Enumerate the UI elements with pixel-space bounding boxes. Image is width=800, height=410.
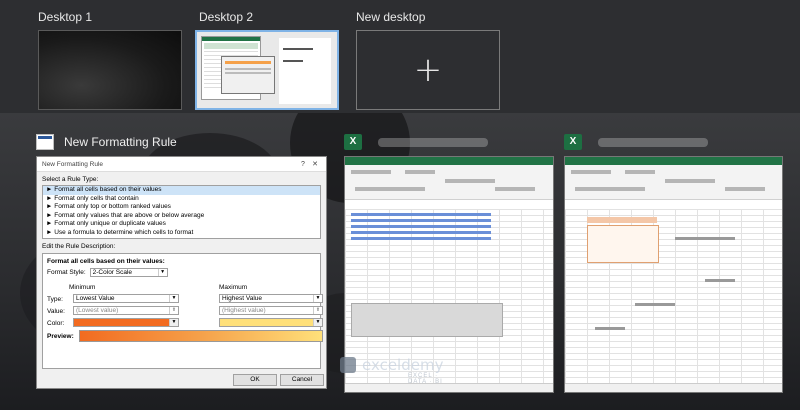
window-card-excel-2-title[interactable]: X [564,134,708,150]
rule-type-item[interactable]: ► Format only values that are above or b… [43,212,320,221]
new-desktop-label: New desktop [356,10,426,24]
type-label: Type: [47,295,63,303]
max-type-value: Highest Value [222,294,262,302]
format-style-select[interactable]: 2-Color Scale ▼ [89,267,168,277]
chevron-down-icon: ▼ [313,318,322,326]
exceldemy-logo-icon [340,357,356,373]
help-icon[interactable]: ? [297,161,309,168]
excel-ribbon [345,165,553,200]
chevron-down-icon: ▼ [169,294,178,302]
merged-cells-block [351,303,503,337]
exceldemy-watermark: exceldemy EXCEL · DATA · BI [340,356,444,385]
select-rule-type-label: Select a Rule Type: [42,176,99,183]
window-card-dialog-title[interactable]: New Formatting Rule [36,134,177,150]
chevron-down-icon: ▼ [169,318,178,326]
dialog-window-icon [36,134,54,150]
desktop-1-label: Desktop 1 [38,10,93,24]
format-style-label: Format Style: [47,268,86,276]
max-value-input[interactable]: (Highest value) ⬆ [219,305,323,315]
desktop-2-thumbnail[interactable] [195,30,339,110]
max-type-select[interactable]: Highest Value ▼ [219,293,323,303]
max-value-text: (Highest value) [222,306,266,314]
dialog-titlebar: New Formatting Rule ? ✕ [37,157,326,172]
chevron-down-icon: ▼ [157,268,167,276]
color-label: Color: [47,319,65,327]
blurred-window-title [378,137,488,147]
rule-description-panel: Format all cells based on their values: … [42,252,323,369]
close-icon[interactable]: ✕ [309,160,321,168]
min-type-select[interactable]: Lowest Value ▼ [73,293,179,303]
watermark-name: exceldemy [362,356,444,374]
value-label: Value: [47,307,65,315]
rule-type-item[interactable]: ► Format only unique or duplicate values [43,220,320,229]
plus-icon: + [413,50,443,90]
table-header-band [587,217,657,223]
rule-type-list[interactable]: ► Format all cells based on their values… [42,185,321,239]
window-card-excel-1-title[interactable]: X [344,134,488,150]
min-color-picker[interactable]: ▼ [73,317,179,327]
min-type-value: Lowest Value [76,294,115,302]
excel-window-thumbnail-2[interactable] [564,156,783,393]
rule-type-item[interactable]: ► Format all cells based on their values [43,186,320,195]
new-desktop-button[interactable]: + [356,30,500,110]
cancel-button[interactable]: Cancel [280,374,324,386]
table-body [587,225,659,263]
preview-label: Preview: [47,332,74,340]
excel-titlebar [345,157,553,165]
new-formatting-rule-dialog[interactable]: New Formatting Rule ? ✕ Select a Rule Ty… [36,156,327,389]
color-scale-preview [79,329,323,342]
desktop-1-thumbnail[interactable] [38,30,182,110]
rule-type-item[interactable]: ► Format only cells that contain [43,195,320,204]
rule-type-item[interactable]: ► Use a formula to determine which cells… [43,229,320,238]
format-all-label: Format all cells based on their values: [47,257,165,265]
maximum-label: Maximum [219,283,248,291]
watermark-subtitle: EXCEL · DATA · BI [408,373,443,385]
format-style-value: 2-Color Scale [92,268,133,276]
dialog-title: New Formatting Rule [42,160,104,168]
excel-ribbon [565,165,782,200]
min-value-text: (Lowest value) [76,306,119,314]
chevron-down-icon: ▼ [313,294,322,302]
minimum-label: Minimum [69,283,96,291]
rule-type-item[interactable]: ► Format only top or bottom ranked value… [43,203,320,212]
window-card-title-text: New Formatting Rule [64,135,177,149]
edit-rule-description-label: Edit the Rule Description: [42,242,116,250]
min-value-input[interactable]: (Lowest value) ⬆ [73,305,179,315]
mini-dialog-window [221,56,275,94]
excel-status-bar [565,383,782,392]
ok-button[interactable]: OK [233,374,277,386]
max-color-picker[interactable]: ▼ [219,317,323,327]
format-style-row: Format Style: 2-Color Scale ▼ [47,267,168,277]
virtual-desktop-strip: Desktop 1 Desktop 2 New desktop + [0,0,800,113]
range-select-icon[interactable]: ⬆ [169,306,178,314]
excel-titlebar [565,157,782,165]
excel-app-icon: X [564,134,582,150]
desktop-2-label: Desktop 2 [199,10,254,24]
mini-sheet-area [279,38,331,104]
excel-app-icon: X [344,134,362,150]
excel-status-bar [345,383,553,392]
blurred-window-title [598,137,708,147]
range-select-icon[interactable]: ⬆ [313,306,322,314]
